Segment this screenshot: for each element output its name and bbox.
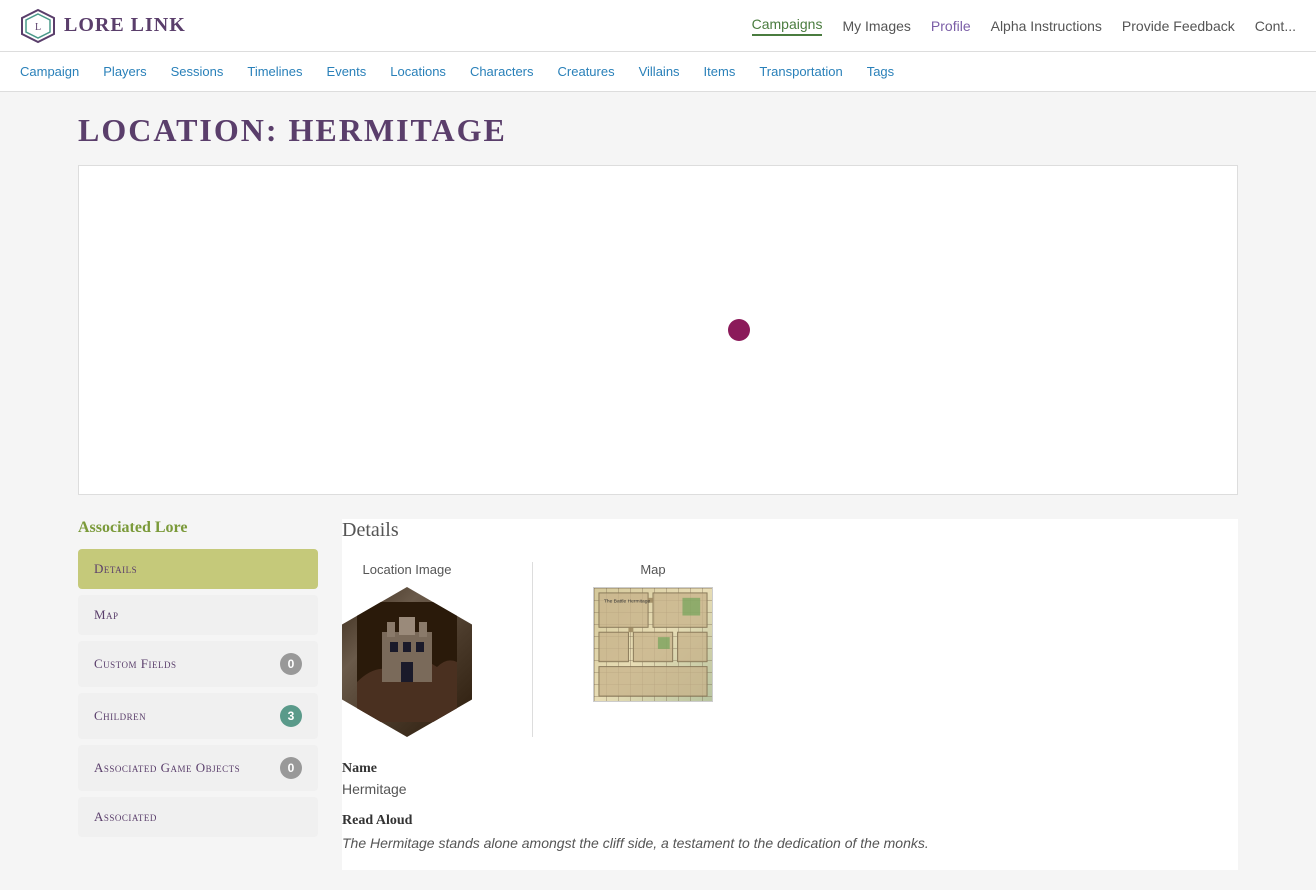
- custom-fields-badge: 0: [280, 653, 302, 675]
- name-label: Name: [342, 761, 1238, 777]
- sidebar-item-details-label: Details: [94, 561, 137, 577]
- nav-sessions[interactable]: Sessions: [171, 64, 224, 79]
- nav-timelines[interactable]: Timelines: [247, 64, 302, 79]
- nav-cont[interactable]: Cont...: [1255, 18, 1296, 34]
- nav-provide-feedback[interactable]: Provide Feedback: [1122, 18, 1235, 34]
- main-layout: Associated Lore Details Map Custom Field…: [78, 519, 1238, 870]
- nav-players[interactable]: Players: [103, 64, 146, 79]
- logo-text: Lore Link: [64, 14, 186, 37]
- image-divider: [532, 562, 533, 737]
- svg-text:L: L: [35, 22, 41, 33]
- top-nav-links: Campaigns My Images Profile Alpha Instru…: [752, 16, 1296, 36]
- sidebar-item-associated[interactable]: Associated: [78, 797, 318, 837]
- nav-transportation[interactable]: Transportation: [759, 64, 842, 79]
- sidebar-item-children-label: Children: [94, 708, 146, 724]
- nav-villains[interactable]: Villains: [639, 64, 680, 79]
- details-images: Location Image: [342, 562, 1238, 737]
- location-hex-image[interactable]: [342, 587, 472, 737]
- sidebar-item-custom-fields-label: Custom Fields: [94, 656, 177, 672]
- map-thumbnail-image[interactable]: The Battle Hermitage: [593, 587, 713, 702]
- map-image-block: Map: [593, 562, 713, 702]
- ago-badge: 0: [280, 757, 302, 779]
- logo-area: L Lore Link: [20, 8, 186, 44]
- map-area[interactable]: [78, 165, 1238, 495]
- sidebar-item-associated-game-objects[interactable]: Associated Game Objects 0: [78, 745, 318, 791]
- read-aloud-label: Read Aloud: [342, 813, 1238, 829]
- nav-campaign[interactable]: Campaign: [20, 64, 79, 79]
- map-location-dot[interactable]: [728, 319, 750, 341]
- location-image-label: Location Image: [363, 562, 452, 577]
- map-image-label: Map: [640, 562, 665, 577]
- nav-items[interactable]: Items: [704, 64, 736, 79]
- location-image-block: Location Image: [342, 562, 472, 737]
- logo-icon: L: [20, 8, 56, 44]
- page-title: Location: Hermitage: [78, 112, 1238, 149]
- nav-campaigns[interactable]: Campaigns: [752, 16, 823, 36]
- hex-image-inner: [342, 587, 472, 737]
- nav-profile[interactable]: Profile: [931, 18, 971, 34]
- sidebar-item-ago-label: Associated Game Objects: [94, 760, 240, 776]
- sidebar-item-map[interactable]: Map: [78, 595, 318, 635]
- hex-image-clip: [342, 587, 472, 737]
- svg-text:The Battle Hermitage: The Battle Hermitage: [604, 599, 651, 605]
- sidebar-item-details[interactable]: Details: [78, 549, 318, 589]
- top-nav: L Lore Link Campaigns My Images Profile …: [0, 0, 1316, 52]
- castle-svg: [357, 602, 457, 722]
- read-aloud-field: Read Aloud The Hermitage stands alone am…: [342, 813, 1238, 854]
- details-panel: Details Location Image: [342, 519, 1238, 870]
- sidebar-item-map-label: Map: [94, 607, 119, 623]
- sidebar: Associated Lore Details Map Custom Field…: [78, 519, 318, 843]
- nav-locations[interactable]: Locations: [390, 64, 446, 79]
- nav-my-images[interactable]: My Images: [842, 18, 910, 34]
- sidebar-item-custom-fields[interactable]: Custom Fields 0: [78, 641, 318, 687]
- sidebar-item-children[interactable]: Children 3: [78, 693, 318, 739]
- nav-events[interactable]: Events: [327, 64, 367, 79]
- nav-alpha-instructions[interactable]: Alpha Instructions: [991, 18, 1102, 34]
- nav-tags[interactable]: Tags: [867, 64, 894, 79]
- nav-characters[interactable]: Characters: [470, 64, 534, 79]
- name-field: Name Hermitage: [342, 761, 1238, 797]
- read-aloud-value: The Hermitage stands alone amongst the c…: [342, 833, 1238, 854]
- sidebar-title: Associated Lore: [78, 519, 318, 537]
- sidebar-item-associated-label: Associated: [94, 809, 157, 825]
- page-content: Location: Hermitage Associated Lore Deta…: [58, 92, 1258, 890]
- second-nav: Campaign Players Sessions Timelines Even…: [0, 52, 1316, 92]
- name-value: Hermitage: [342, 781, 1238, 797]
- details-title: Details: [342, 519, 1238, 542]
- nav-creatures[interactable]: Creatures: [558, 64, 615, 79]
- children-badge: 3: [280, 705, 302, 727]
- map-rooms-svg: The Battle Hermitage: [594, 588, 712, 701]
